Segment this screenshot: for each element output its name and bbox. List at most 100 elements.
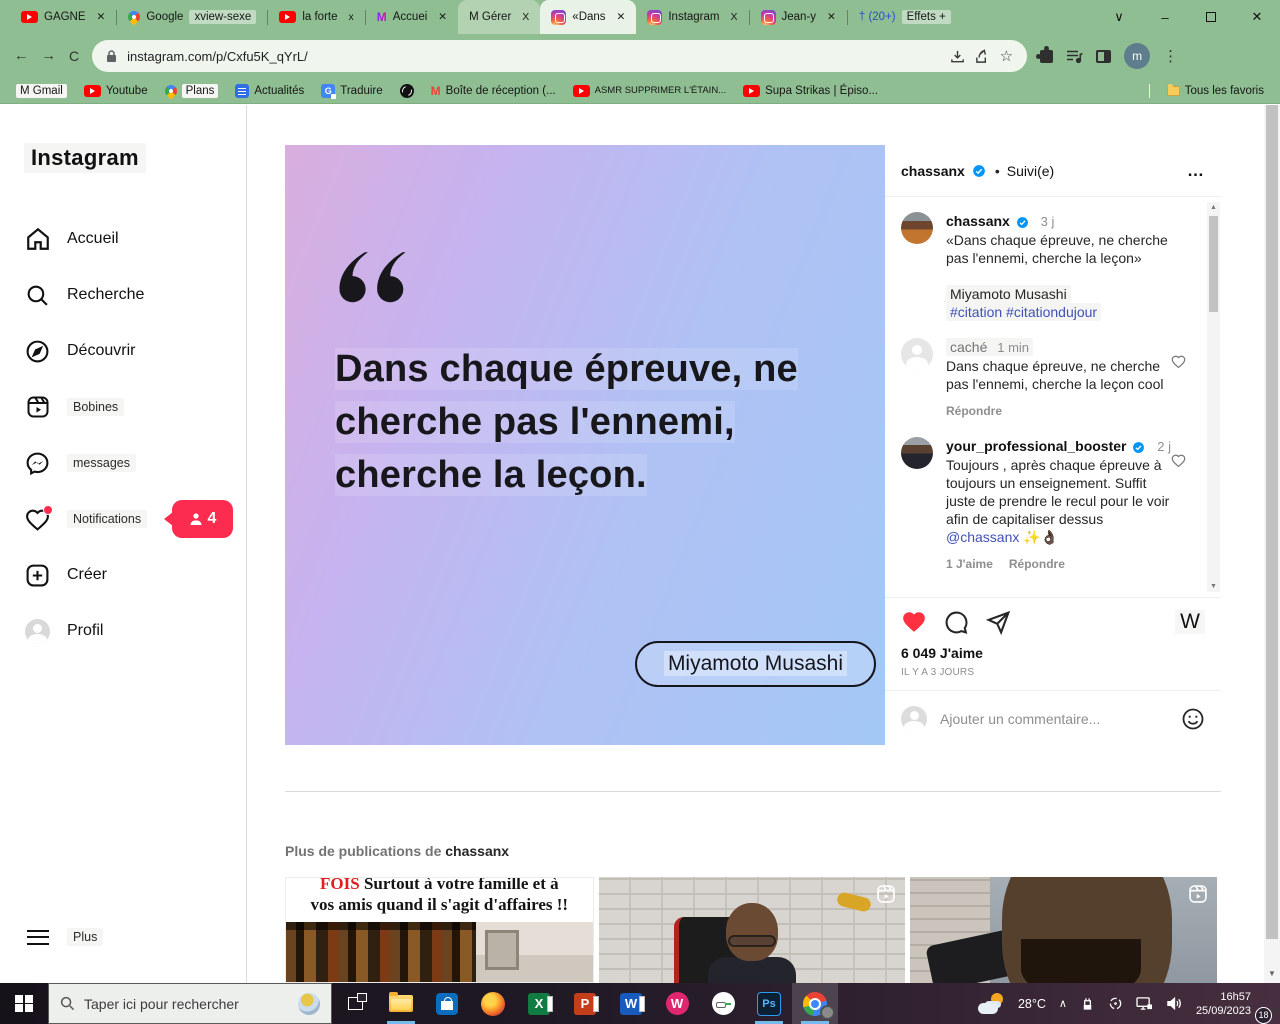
download-icon[interactable] xyxy=(950,49,965,64)
chevron-up-icon[interactable]: ∧ xyxy=(1059,997,1067,1010)
likes-count[interactable]: 6 049 J'aime xyxy=(901,645,1205,661)
reply-button[interactable]: Répondre xyxy=(1009,555,1065,573)
url-text[interactable]: instagram.com/p/Cxfu5K_qYrL/ xyxy=(127,49,940,64)
scrollbar-thumb[interactable] xyxy=(1266,105,1278,939)
emoji-smiley-icon[interactable] xyxy=(1181,707,1205,731)
bookmark-inbox[interactable]: MBoîte de réception (... xyxy=(431,84,556,98)
comment-input[interactable] xyxy=(940,711,1168,727)
word-button[interactable]: W xyxy=(608,983,654,1024)
scroll-down-arrow-icon[interactable]: ▼ xyxy=(1264,969,1280,978)
instagram-logo[interactable]: Instagram xyxy=(24,143,146,173)
tab-instagram[interactable]: Instagram X xyxy=(636,0,748,34)
sync-circle-icon[interactable] xyxy=(1108,996,1123,1011)
more-options-icon[interactable]: … xyxy=(1187,161,1205,181)
reload-button[interactable]: C xyxy=(69,48,79,64)
usb-icon[interactable] xyxy=(1080,996,1095,1012)
sidebar-item-accueil[interactable]: Accueil xyxy=(12,211,234,267)
notifications-count-badge[interactable]: 4 xyxy=(172,500,233,538)
bookmark-gmail[interactable]: M Gmail xyxy=(16,84,67,98)
more-posts-username[interactable]: chassanx xyxy=(445,843,509,859)
scrollbar-thumb[interactable] xyxy=(1209,216,1218,312)
close-button[interactable]: ✕ xyxy=(1234,9,1280,25)
scroll-down-arrow-icon[interactable]: ▼ xyxy=(1207,583,1220,590)
share-plane-icon[interactable] xyxy=(986,610,1011,635)
temperature[interactable]: 28°C xyxy=(1018,997,1046,1011)
bookmark-supa-strikas[interactable]: Supa Strikas | Épiso... xyxy=(743,85,878,97)
address-bar[interactable]: instagram.com/p/Cxfu5K_qYrL/ ☆ xyxy=(92,40,1027,72)
tab-close-icon[interactable]: ✕ xyxy=(438,11,447,23)
speaker-icon[interactable] xyxy=(1166,996,1183,1011)
wps-button[interactable]: W xyxy=(654,983,700,1024)
caption-hashtags[interactable]: #citation #citationdujour xyxy=(946,303,1101,321)
tab-close-icon[interactable]: ✕ xyxy=(827,11,836,23)
network-display-icon[interactable] xyxy=(1136,996,1153,1011)
excel-button[interactable]: X xyxy=(516,983,562,1024)
comment-username[interactable]: your_professional_booster xyxy=(946,438,1127,454)
bookmark-asmr[interactable]: ASMR SUPPRIMER L'ÉTAIN... xyxy=(573,85,727,97)
comment-bubble-icon[interactable] xyxy=(944,610,969,635)
weather-icon[interactable] xyxy=(978,993,1005,1015)
bookmark-youtube[interactable]: Youtube xyxy=(84,85,148,97)
tab-close-icon[interactable]: ✕ xyxy=(617,11,626,23)
comment-like-icon[interactable] xyxy=(1171,437,1191,573)
bookmark-globe[interactable] xyxy=(400,84,414,98)
sidebar-item-profil[interactable]: Profil xyxy=(12,603,234,659)
tab-close-icon[interactable]: X xyxy=(522,11,529,23)
scroll-up-arrow-icon[interactable]: ▲ xyxy=(1207,204,1220,211)
reply-button[interactable]: Répondre xyxy=(946,402,1002,420)
all-favorites-button[interactable]: Tous les favoris xyxy=(1167,85,1264,97)
firefox-button[interactable] xyxy=(470,983,516,1024)
comment-likes-count[interactable]: 1 J'aime xyxy=(946,555,993,573)
caption-username[interactable]: chassanx xyxy=(946,213,1010,229)
bookmark-plans[interactable]: Plans xyxy=(165,84,219,98)
tab-gagne[interactable]: GAGNE ✕ xyxy=(10,0,116,34)
password-manager-button[interactable] xyxy=(700,983,746,1024)
photoshop-button[interactable]: Ps xyxy=(746,983,792,1024)
post-thumbnail[interactable]: FOIS Surtout à votre famille et à vos am… xyxy=(285,877,594,983)
comment-like-icon[interactable] xyxy=(1171,338,1191,420)
chrome-button[interactable] xyxy=(792,983,838,1024)
browser-profile-avatar[interactable]: m xyxy=(1124,43,1150,69)
post-thumbnail[interactable] xyxy=(599,877,906,983)
tab-effets[interactable]: † (20+) Effets + xyxy=(848,0,962,34)
task-view-button[interactable] xyxy=(332,983,378,1024)
tab-jean-y[interactable]: Jean-y ✕ xyxy=(750,0,847,34)
followed-status[interactable]: Suivi(e) xyxy=(1007,163,1054,179)
tab-google[interactable]: Google xview-sexe xyxy=(117,0,267,34)
save-button[interactable]: W xyxy=(1175,610,1205,634)
extensions-icon[interactable] xyxy=(1040,50,1053,63)
sidebar-item-creer[interactable]: Créer xyxy=(12,547,234,603)
restore-button[interactable] xyxy=(1188,10,1234,25)
browser-menu-icon[interactable]: ⋮ xyxy=(1163,47,1178,65)
file-explorer-button[interactable] xyxy=(378,983,424,1024)
comment-username[interactable]: caché xyxy=(950,339,987,355)
avatar[interactable] xyxy=(901,338,933,370)
start-button[interactable] xyxy=(0,983,48,1024)
tab-gerer[interactable]: M Gérer X xyxy=(458,0,540,34)
avatar[interactable] xyxy=(901,437,933,469)
comments-scrollbar[interactable]: ▲ ▼ xyxy=(1207,202,1220,592)
tab-dans-active[interactable]: «Dans ✕ xyxy=(540,0,636,34)
like-heart-icon[interactable] xyxy=(901,609,927,635)
bookmark-actualites[interactable]: Actualités xyxy=(235,84,304,98)
tab-close-icon[interactable]: ✕ xyxy=(97,11,106,23)
sidebar-item-plus[interactable]: Plus xyxy=(12,909,234,965)
tab-la-forte[interactable]: la forte x xyxy=(268,0,364,34)
chevron-down-icon[interactable]: ∨ xyxy=(1096,9,1142,25)
side-panel-icon[interactable] xyxy=(1096,50,1111,63)
minimize-button[interactable]: – xyxy=(1142,10,1188,25)
tab-close-icon[interactable]: X xyxy=(731,11,738,23)
back-button[interactable]: ← xyxy=(14,48,29,64)
bookmark-star-icon[interactable]: ☆ xyxy=(1000,47,1013,65)
tab-close-icon[interactable]: x xyxy=(349,11,354,23)
taskbar-search[interactable]: Taper ici pour rechercher xyxy=(48,983,332,1024)
forward-button[interactable]: → xyxy=(42,48,57,64)
avatar[interactable] xyxy=(901,212,933,244)
post-date[interactable]: IL Y A 3 JOURS xyxy=(901,667,1205,678)
bookmark-traduire[interactable]: GTraduire xyxy=(321,84,382,98)
page-scrollbar[interactable]: ▼ xyxy=(1264,105,1280,983)
sidebar-item-recherche[interactable]: Recherche xyxy=(12,267,234,323)
sidebar-item-messages[interactable]: messages xyxy=(12,435,234,491)
taskbar-clock[interactable]: 16h57 25/09/2023 xyxy=(1196,990,1251,1018)
tab-accueil[interactable]: Accuei ✕ xyxy=(366,0,458,34)
